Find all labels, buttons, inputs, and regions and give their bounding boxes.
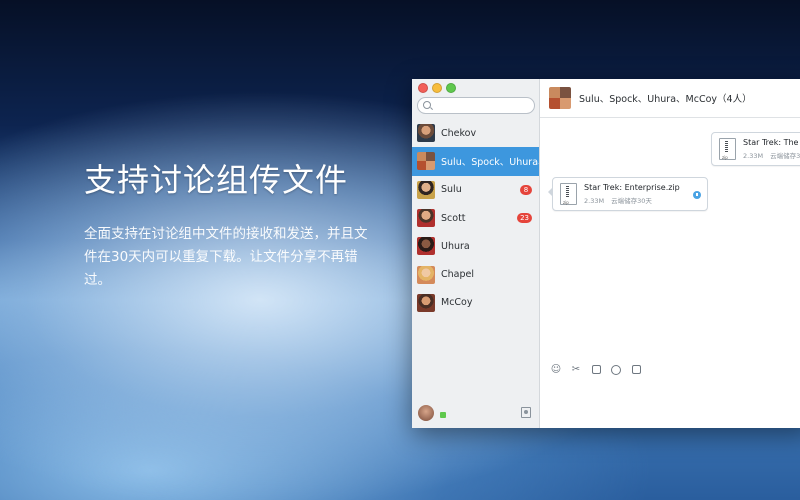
file-size: 2.33M	[584, 197, 605, 205]
promo-title: 支持讨论组传文件	[84, 161, 349, 199]
user-avatar[interactable]	[418, 405, 434, 421]
clock-icon[interactable]	[610, 364, 622, 376]
contact-item-mccoy[interactable]: McCoy	[412, 289, 539, 317]
group-avatar	[549, 87, 571, 109]
group-avatar	[417, 152, 435, 171]
contact-item-chapel[interactable]: Chapel	[412, 260, 539, 288]
avatar	[417, 293, 435, 312]
sidebar-footer	[412, 398, 539, 428]
avatar	[417, 124, 435, 143]
contact-item-sulu[interactable]: Sulu 8	[412, 176, 539, 204]
window-controls	[418, 83, 456, 93]
avatar	[417, 180, 435, 199]
contact-name: Uhura	[441, 240, 470, 252]
composer-toolbar: ☺ ✂	[550, 364, 642, 376]
file-message[interactable]: Star Trek: Enterprise.zip 2.33M 云端储存30天	[548, 177, 708, 211]
file-meta: Star Trek: Enterprise.zip 2.33M 云端储存30天	[584, 183, 680, 205]
scissors-icon[interactable]: ✂	[570, 364, 582, 376]
contact-name: Sulu	[441, 184, 462, 196]
contact-name: Scott	[441, 212, 466, 224]
unread-badge: 23	[517, 212, 532, 223]
sidebar: Chekov Sulu、Spock、Uhura、McCoy Sulu 8 Sco…	[412, 79, 540, 428]
file-info: 2.33M 云端储存30天	[743, 150, 800, 160]
contact-name: Chapel	[441, 269, 474, 281]
zip-file-icon	[719, 138, 736, 160]
file-name: Star Trek: Enterprise.zip	[584, 183, 680, 192]
online-status-icon[interactable]	[440, 412, 446, 418]
contact-name: Sulu、Spock、Uhura、McCoy	[441, 157, 539, 169]
promo-text: 支持讨论组传文件 全面支持在讨论组中文件的接收和发送，并且文件在30天内可以重复…	[84, 155, 374, 292]
zoom-button[interactable]	[446, 83, 456, 93]
chat-title: Sulu、Spock、Uhura、McCoy（4人）	[579, 94, 752, 105]
zip-file-icon	[560, 183, 577, 205]
avatar	[417, 209, 435, 228]
search-icon	[423, 101, 431, 109]
chat-header: Sulu、Spock、Uhura、McCoy（4人）	[540, 79, 800, 118]
app-window: Chekov Sulu、Spock、Uhura、McCoy Sulu 8 Sco…	[412, 79, 800, 428]
file-status: 云端储存30天	[611, 197, 652, 205]
smiley-icon[interactable]: ☺	[550, 364, 562, 376]
contact-name: Chekov	[441, 127, 477, 139]
contact-item-uhura[interactable]: Uhura	[412, 232, 539, 260]
unread-badge: 8	[520, 184, 532, 195]
history-icon[interactable]	[630, 364, 642, 376]
contacts-book-icon[interactable]	[521, 407, 531, 418]
contact-item-scott[interactable]: Scott 23	[412, 204, 539, 232]
file-meta: Star Trek: The Original Series.zip 2.33M…	[743, 138, 800, 160]
file-status: 云端储存30天	[770, 152, 800, 160]
avatar	[417, 237, 435, 256]
download-icon[interactable]	[693, 191, 701, 199]
minimize-button[interactable]	[432, 83, 442, 93]
close-button[interactable]	[418, 83, 428, 93]
contact-item-group[interactable]: Sulu、Spock、Uhura、McCoy	[412, 147, 539, 176]
search-input[interactable]	[417, 97, 535, 114]
avatar	[417, 265, 435, 284]
promo-description: 全面支持在讨论组中文件的接收和发送，并且文件在30天内可以重复下载。让文件分享不…	[84, 226, 368, 288]
contact-name: McCoy	[441, 297, 473, 309]
contact-item-chekov[interactable]: Chekov	[412, 119, 539, 147]
chat-panel: Sulu、Spock、Uhura、McCoy（4人） Star Trek: Th…	[540, 79, 800, 428]
file-info: 2.33M 云端储存30天	[584, 195, 680, 205]
contact-list: Chekov Sulu、Spock、Uhura、McCoy Sulu 8 Sco…	[412, 119, 539, 317]
file-name: Star Trek: The Original Series.zip	[743, 138, 800, 147]
image-icon[interactable]	[590, 364, 602, 376]
file-message[interactable]: Star Trek: The Original Series.zip 2.33M…	[711, 132, 800, 166]
file-size: 2.33M	[743, 152, 764, 160]
message-area: Star Trek: The Original Series.zip 2.33M…	[540, 119, 800, 349]
